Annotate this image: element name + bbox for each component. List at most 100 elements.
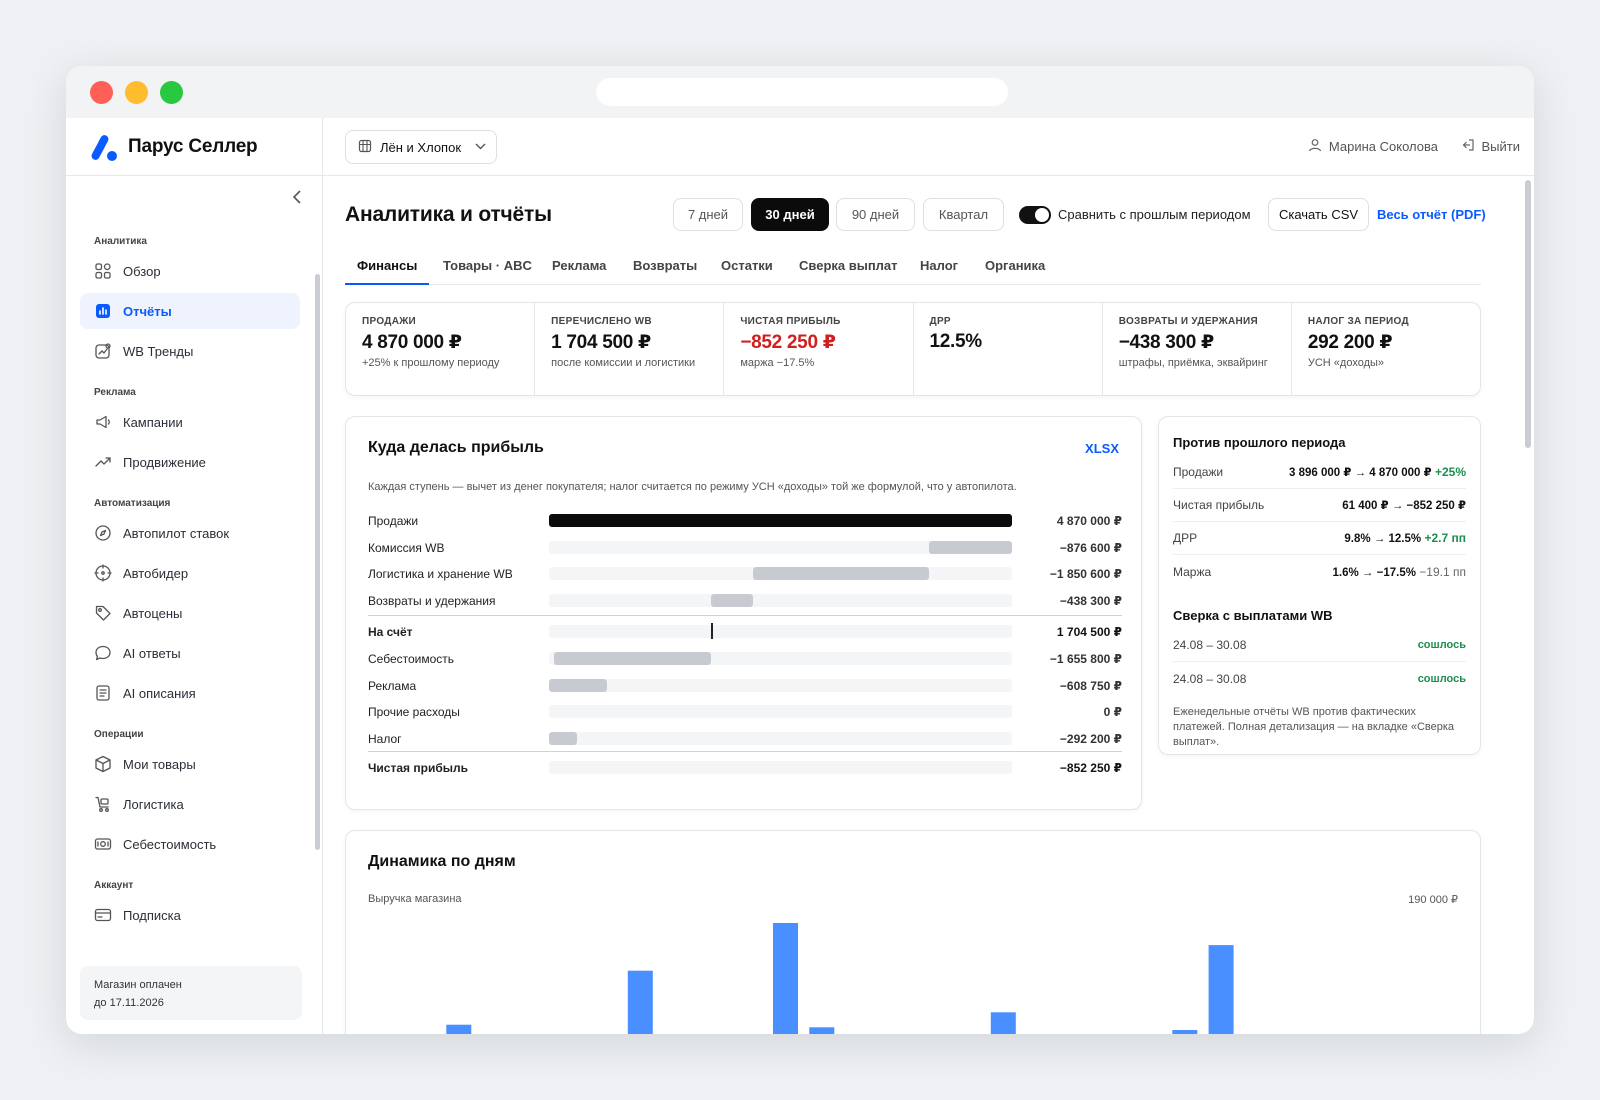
- sidebar-item[interactable]: Продвижение: [80, 444, 300, 480]
- close-window-button[interactable]: [90, 81, 113, 104]
- period-button[interactable]: Квартал: [923, 198, 1004, 231]
- tab[interactable]: Сверка выплат: [799, 258, 898, 273]
- chevron-left-icon[interactable]: [292, 190, 302, 209]
- kpi-subtext: после комиссии и логистики: [551, 357, 696, 369]
- sidebar-item-label: Логистика: [123, 796, 184, 812]
- waterfall-row: Продажи 4 870 000 ₽: [368, 507, 1122, 534]
- waterfall-track: [549, 731, 1012, 745]
- tab[interactable]: Налог: [920, 258, 958, 273]
- content-scrollbar[interactable]: [1525, 180, 1531, 448]
- sidebar-item-label: Автобидер: [123, 565, 189, 581]
- period-button[interactable]: 30 дней: [751, 198, 829, 231]
- sidebar-item-label: AI описания: [123, 685, 196, 701]
- sidebar-item[interactable]: Отчёты: [80, 293, 300, 329]
- sidebar-item[interactable]: Автоцены: [80, 595, 300, 631]
- sidebar-item[interactable]: AI ответы: [80, 635, 300, 671]
- waterfall-label: Прочие расходы: [368, 705, 460, 719]
- sidebar-item-label: Продвижение: [123, 454, 206, 470]
- revenue-bar[interactable]: [627, 970, 653, 1034]
- address-bar[interactable]: [596, 78, 1008, 106]
- revenue-bar-chart: [446, 923, 1234, 1034]
- kpi-value: −852 250 ₽: [740, 332, 836, 353]
- sidebar-item[interactable]: Кампании: [80, 404, 300, 440]
- comparison-row: Маржа 1.6% → −17.5% −19.1 пп: [1173, 555, 1466, 588]
- tab[interactable]: Возвраты: [633, 258, 697, 273]
- kpi-value: 292 200 ₽: [1307, 332, 1393, 353]
- kpi-value: 12.5%: [929, 331, 983, 352]
- logout-button[interactable]: Выйти: [1461, 138, 1520, 155]
- download-csv-button[interactable]: Скачать CSV: [1268, 198, 1369, 231]
- chart-icon: [94, 302, 112, 320]
- sidebar-item[interactable]: AI описания: [80, 675, 300, 711]
- nav-section-title: Аналитика: [94, 236, 147, 247]
- waterfall-label: Реклама: [368, 678, 417, 693]
- sidebar-item[interactable]: Обзор: [80, 253, 300, 289]
- trending-up-icon: [94, 453, 112, 471]
- waterfall-value: −608 750 ₽: [1059, 678, 1122, 693]
- sidebar-item[interactable]: Логистика: [80, 786, 300, 822]
- revenue-bar[interactable]: [809, 1027, 835, 1034]
- waterfall-label: Продажи: [368, 514, 419, 528]
- compare-toggle[interactable]: [1019, 206, 1051, 224]
- sidebar-item[interactable]: WB Тренды: [80, 333, 300, 369]
- kpi-label: ПРОДАЖИ: [362, 316, 417, 327]
- revenue-bar[interactable]: [1208, 945, 1234, 1034]
- comparison-card: Против прошлого периода Продажи 3 896 000…: [1158, 416, 1481, 755]
- tab[interactable]: Реклама: [552, 258, 606, 273]
- money-icon: [94, 835, 112, 853]
- revenue-bar[interactable]: [446, 1024, 472, 1034]
- sidebar: Парус Селлер Аналитика Обзор Отчёты WB Трен…: [66, 118, 323, 1034]
- waterfall-track: [549, 623, 1012, 639]
- app-window: Парус Селлер Аналитика Обзор Отчёты WB Трен…: [66, 66, 1534, 1034]
- grid-icon: [94, 262, 112, 280]
- user-icon: [1308, 138, 1322, 155]
- document-icon: [94, 684, 112, 702]
- waterfall-bar: [549, 678, 607, 692]
- minimize-window-button[interactable]: [125, 81, 148, 104]
- waterfall: Продажи 4 870 000 ₽ Комиссия WB −876 600 ₽ Л…: [368, 507, 1122, 781]
- period-button[interactable]: 7 дней: [673, 198, 743, 231]
- sidebar-item[interactable]: Мои товары: [80, 746, 300, 782]
- logo[interactable]: Парус Селлер: [66, 118, 322, 176]
- logout-icon: [1461, 138, 1475, 155]
- waterfall-value: 1 704 500 ₽: [1056, 625, 1122, 639]
- maximize-window-button[interactable]: [160, 81, 183, 104]
- comparison-title: Против прошлого периода: [1173, 435, 1346, 450]
- waterfall-bar: [752, 567, 929, 580]
- sidebar-item-label: Подписка: [123, 907, 181, 923]
- tab[interactable]: Остатки: [721, 258, 773, 273]
- sidebar-item[interactable]: Себестоимость: [80, 826, 300, 862]
- period-button[interactable]: 90 дней: [836, 198, 915, 231]
- full-report-pdf-link[interactable]: Весь отчёт (PDF): [1377, 207, 1486, 222]
- active-tab-indicator: [345, 283, 429, 285]
- sidebar-scrollbar[interactable]: [315, 274, 320, 850]
- reconciliation-title: Сверка с выплатами WB: [1173, 608, 1333, 623]
- revenue-bar[interactable]: [1172, 1030, 1198, 1034]
- sidebar-item-label: Отчёты: [123, 303, 172, 319]
- waterfall-label: Комиссия WB: [368, 540, 445, 555]
- sidebar-item[interactable]: Автобидер: [80, 555, 300, 591]
- tab[interactable]: Финансы: [357, 258, 417, 273]
- reconciliation-row[interactable]: 24.08 – 30.08 сошлось: [1173, 662, 1466, 695]
- store-selector[interactable]: Лён и Хлопок: [345, 130, 497, 164]
- comparison-value: 3 896 000 ₽ → 4 870 000 ₽: [1289, 467, 1432, 479]
- sidebar-item[interactable]: Автопилот ставок: [80, 515, 300, 551]
- waterfall-value: −292 200 ₽: [1059, 731, 1122, 746]
- chat-icon: [94, 644, 112, 662]
- tab[interactable]: Органика: [985, 258, 1045, 273]
- revenue-bar[interactable]: [990, 1012, 1016, 1034]
- top-bar: Лён и Хлопок Марина Соколова Выйти: [323, 118, 1534, 176]
- store-icon: [358, 139, 372, 156]
- waterfall-label: Себестоимость: [368, 652, 455, 666]
- sidebar-item[interactable]: Подписка: [80, 897, 300, 933]
- user-menu[interactable]: Марина Соколова: [1308, 138, 1438, 155]
- paid-line-2: до 17.11.2026: [94, 997, 164, 1009]
- compass-icon: [94, 524, 112, 542]
- reconciliation-row[interactable]: 24.08 – 30.08 сошлось: [1173, 629, 1466, 662]
- revenue-bar[interactable]: [773, 923, 798, 1034]
- tab[interactable]: Товары · ABC: [443, 258, 532, 273]
- sidebar-item-label: Кампании: [123, 414, 183, 430]
- comparison-value: 61 400 ₽ → −852 250 ₽: [1342, 500, 1466, 512]
- paid-line-1: Магазин оплачен: [94, 979, 182, 991]
- export-xlsx-link[interactable]: XLSX: [1085, 441, 1119, 456]
